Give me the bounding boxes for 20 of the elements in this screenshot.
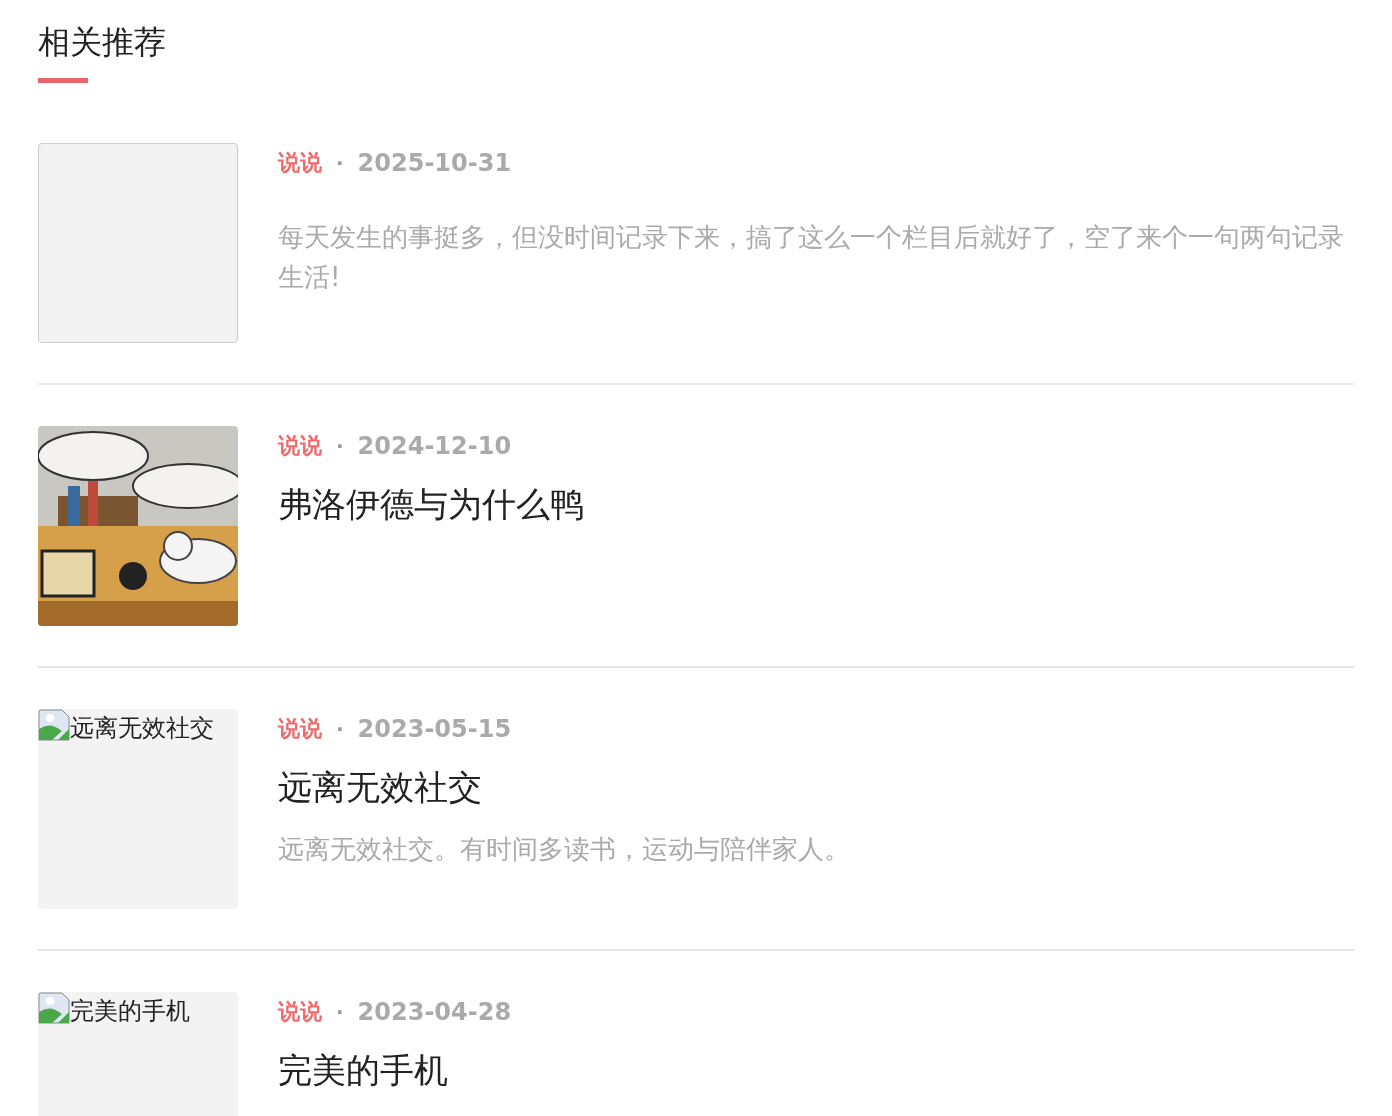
category-link[interactable]: 说说 bbox=[278, 714, 322, 744]
category-link[interactable]: 说说 bbox=[278, 148, 322, 178]
post-date: 2023-05-15 bbox=[357, 715, 512, 743]
post-title[interactable]: 弗洛伊德与为什么鸭 bbox=[278, 482, 1354, 526]
separator-dot: · bbox=[336, 717, 344, 741]
post-title[interactable]: 完美的手机 bbox=[278, 1048, 1354, 1092]
image-alt-text: 远离无效社交 bbox=[70, 713, 214, 744]
category-link[interactable]: 说说 bbox=[278, 431, 322, 461]
post-excerpt: 远离无效社交。有时间多读书，运动与陪伴家人。 bbox=[278, 833, 851, 866]
post-date: 2025-10-31 bbox=[357, 149, 512, 177]
separator-dot: · bbox=[336, 1000, 344, 1024]
category-link[interactable]: 说说 bbox=[278, 997, 322, 1027]
separator-dot: · bbox=[336, 434, 344, 458]
post-title[interactable]: 远离无效社交 bbox=[278, 765, 1354, 809]
image-alt-text: 完美的手机 bbox=[70, 996, 190, 1027]
section-title: 相关推荐 bbox=[38, 22, 166, 63]
post-excerpt: 每天发生的事挺多，但没时间记录下来，搞了这么一个栏目后就好了，空了来个一句两句记录生活! bbox=[278, 221, 1345, 294]
separator-dot: · bbox=[336, 151, 344, 175]
post-date: 2024-12-10 bbox=[357, 432, 512, 460]
post-date: 2023-04-28 bbox=[357, 998, 512, 1026]
